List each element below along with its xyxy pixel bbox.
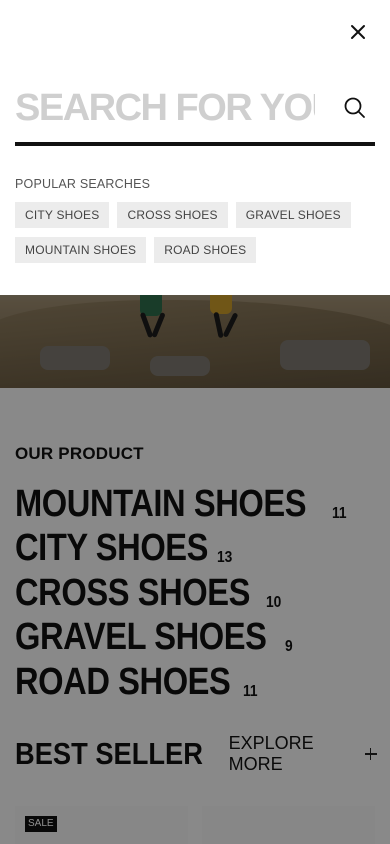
popular-searches-list: CITY SHOES CROSS SHOES GRAVEL SHOES MOUN… [15, 202, 375, 263]
search-button[interactable] [342, 95, 368, 121]
popular-chip-gravel[interactable]: GRAVEL SHOES [235, 202, 351, 228]
search-bar [15, 78, 375, 146]
popular-chip-mountain[interactable]: MOUNTAIN SHOES [15, 237, 147, 263]
popular-chip-cross[interactable]: CROSS SHOES [117, 202, 228, 228]
search-input[interactable] [15, 78, 315, 138]
search-icon [344, 97, 365, 118]
popular-chip-city[interactable]: CITY SHOES [15, 202, 110, 228]
search-panel: POPULAR SEARCHES CITY SHOES CROSS SHOES … [0, 0, 390, 295]
close-button[interactable] [346, 20, 370, 44]
close-icon [351, 25, 365, 39]
popular-searches-label: POPULAR SEARCHES [15, 177, 151, 191]
popular-chip-road[interactable]: ROAD SHOES [154, 237, 257, 263]
